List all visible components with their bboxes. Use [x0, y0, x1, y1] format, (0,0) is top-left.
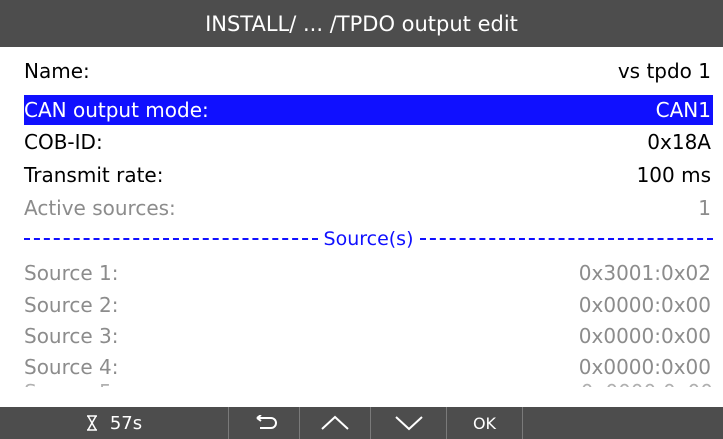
- row-label: Transmit rate:: [24, 163, 164, 187]
- parameter-list: Name: vs tpdo 1 CAN output mode: CAN1 CO…: [0, 47, 723, 387]
- row-value: 0x18A: [647, 130, 711, 154]
- row-value: CAN1: [655, 98, 711, 122]
- separator-label: Source(s): [323, 228, 414, 250]
- sources-separator: Source(s): [24, 224, 714, 254]
- timeout-indicator: 57s: [0, 407, 229, 439]
- row-value: vs tpdo 1: [617, 59, 711, 83]
- row-source-3[interactable]: Source 3: 0x0000:0x00: [24, 321, 713, 351]
- hourglass-icon: [86, 415, 98, 431]
- row-cob-id[interactable]: COB-ID: 0x18A: [24, 127, 713, 157]
- title-bar: INSTALL/ ... /TPDO output edit: [0, 0, 723, 47]
- row-label: Active sources:: [24, 196, 176, 220]
- row-name[interactable]: Name: vs tpdo 1: [24, 56, 713, 86]
- row-transmit-rate[interactable]: Transmit rate: 100 ms: [24, 160, 713, 190]
- empty-softkey: [523, 407, 723, 439]
- row-value: 0x0000:0x00: [578, 293, 711, 317]
- row-label: COB-ID:: [24, 130, 103, 154]
- separator-line-right: [419, 238, 714, 240]
- up-button[interactable]: [300, 407, 371, 439]
- page-title: INSTALL/ ... /TPDO output edit: [205, 11, 518, 36]
- ok-button[interactable]: OK: [447, 407, 523, 439]
- row-label: Name:: [24, 59, 90, 83]
- row-source-1[interactable]: Source 1: 0x3001:0x02: [24, 258, 713, 288]
- ok-label: OK: [472, 413, 497, 433]
- back-button[interactable]: [229, 407, 300, 439]
- chevron-down-icon: [394, 415, 424, 431]
- row-label: Source 3:: [24, 324, 119, 348]
- down-button[interactable]: [371, 407, 447, 439]
- row-value: 0x0000:0x00: [578, 324, 711, 348]
- back-arrow-icon: [251, 415, 277, 431]
- row-value: 0x3001:0x02: [578, 261, 711, 285]
- separator-line-left: [24, 238, 318, 240]
- row-label: CAN output mode:: [24, 98, 209, 122]
- chevron-up-icon: [320, 415, 350, 431]
- row-value: 100 ms: [636, 163, 711, 187]
- row-source-5[interactable]: Source 5: 0x0000:0x00: [24, 377, 713, 387]
- row-active-sources: Active sources: 1: [24, 193, 713, 223]
- row-can-output-mode[interactable]: CAN output mode: CAN1: [24, 95, 713, 125]
- row-value: 1: [698, 196, 711, 220]
- row-value: 0x0000:0x00: [581, 377, 713, 387]
- row-label: Source 5:: [24, 377, 119, 387]
- row-source-2[interactable]: Source 2: 0x0000:0x00: [24, 290, 713, 320]
- softkey-bar: 57s OK: [0, 407, 723, 439]
- row-label: Source 2:: [24, 293, 119, 317]
- timeout-value: 57s: [109, 412, 143, 434]
- row-label: Source 1:: [24, 261, 119, 285]
